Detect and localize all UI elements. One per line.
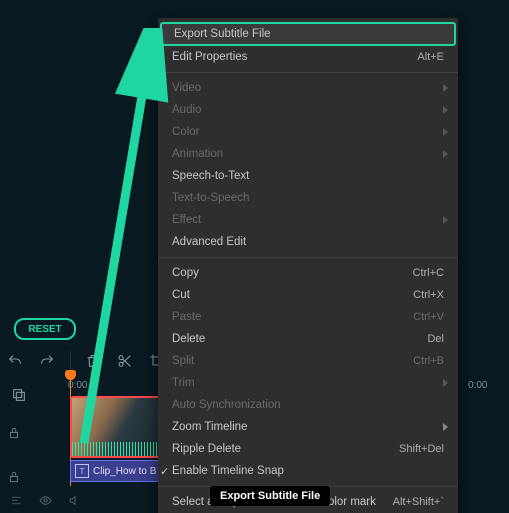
menu-label: Zoom Timeline <box>172 421 247 433</box>
menu-label: Advanced Edit <box>172 236 246 248</box>
trash-icon[interactable] <box>85 352 103 370</box>
eye-icon[interactable] <box>39 494 52 510</box>
chevron-right-icon <box>443 379 448 387</box>
menu-shortcut: Ctrl+V <box>413 311 444 323</box>
ruler-tick: 0:00 <box>468 380 487 391</box>
menu-label: Paste <box>172 311 201 323</box>
timeline-toolbar <box>0 344 166 378</box>
menu-audio: Audio <box>158 99 458 121</box>
menu-auto-sync: Auto Synchronization <box>158 394 458 416</box>
menu-copy[interactable]: Copy Ctrl+C <box>158 262 458 284</box>
menu-label: Color <box>172 126 199 138</box>
lock-icon[interactable] <box>0 470 28 484</box>
toolbar-divider <box>70 351 71 371</box>
menu-label: Copy <box>172 267 199 279</box>
undo-icon[interactable] <box>6 352 24 370</box>
menu-delete[interactable]: Delete Del <box>158 328 458 350</box>
menu-label: Auto Synchronization <box>172 399 281 411</box>
reset-label: RESET <box>28 324 61 335</box>
menu-shortcut: Del <box>427 333 444 345</box>
menu-label: Speech-to-Text <box>172 170 249 182</box>
redo-icon[interactable] <box>38 352 56 370</box>
menu-label: Delete <box>172 333 205 345</box>
tooltip-text: Export Subtitle File <box>220 490 320 502</box>
chevron-right-icon <box>443 150 448 158</box>
menu-label: Effect <box>172 214 201 226</box>
chevron-right-icon <box>443 128 448 136</box>
menu-zoom-timeline[interactable]: Zoom Timeline <box>158 416 458 438</box>
reset-button[interactable]: RESET <box>14 318 76 340</box>
scissors-icon[interactable] <box>116 352 134 370</box>
menu-label: Animation <box>172 148 223 160</box>
menu-paste: Paste Ctrl+V <box>158 306 458 328</box>
menu-label: Split <box>172 355 194 367</box>
menu-label: Export Subtitle File <box>174 28 271 40</box>
chevron-right-icon <box>443 423 448 431</box>
align-icon[interactable] <box>10 494 23 510</box>
menu-advanced-edit[interactable]: Advanced Edit <box>158 231 458 253</box>
menu-effect: Effect <box>158 209 458 231</box>
menu-video: Video <box>158 77 458 99</box>
menu-animation: Animation <box>158 143 458 165</box>
check-icon: ✓ <box>160 465 169 478</box>
chevron-right-icon <box>443 84 448 92</box>
menu-shortcut: Ctrl+X <box>413 289 444 301</box>
menu-speech-to-text[interactable]: Speech-to-Text <box>158 165 458 187</box>
menu-label: Video <box>172 82 201 94</box>
menu-enable-snap[interactable]: ✓Enable Timeline Snap <box>158 460 458 482</box>
tooltip: Export Subtitle File <box>210 486 330 506</box>
menu-split: Split Ctrl+B <box>158 350 458 372</box>
menu-edit-properties[interactable]: Edit Properties Alt+E <box>158 46 458 68</box>
lock-icon[interactable] <box>0 426 28 440</box>
menu-cut[interactable]: Cut Ctrl+X <box>158 284 458 306</box>
menu-shortcut: Ctrl+B <box>413 355 444 367</box>
chevron-right-icon <box>443 216 448 224</box>
menu-shortcut: Alt+E <box>417 51 444 63</box>
menu-shortcut: Ctrl+C <box>413 267 444 279</box>
menu-label: Enable Timeline Snap <box>172 465 284 477</box>
volume-icon[interactable] <box>68 494 81 510</box>
menu-label: Text-to-Speech <box>172 192 249 204</box>
menu-color: Color <box>158 121 458 143</box>
menu-label: Audio <box>172 104 201 116</box>
menu-separator <box>158 257 458 258</box>
menu-label: Cut <box>172 289 190 301</box>
menu-export-subtitle[interactable]: Export Subtitle File <box>160 22 456 46</box>
menu-label: Edit Properties <box>172 51 247 63</box>
menu-ripple-delete[interactable]: Ripple Delete Shift+Del <box>158 438 458 460</box>
menu-label: Ripple Delete <box>172 443 241 455</box>
menu-trim: Trim <box>158 372 458 394</box>
menu-label: Trim <box>172 377 195 389</box>
menu-separator <box>158 72 458 73</box>
menu-shortcut: Shift+Del <box>399 443 444 455</box>
menu-shortcut: Alt+Shift+` <box>393 496 444 508</box>
menu-text-to-speech: Text-to-Speech <box>158 187 458 209</box>
context-menu: Export Subtitle File Edit Properties Alt+… <box>158 18 458 513</box>
chevron-right-icon <box>443 106 448 114</box>
